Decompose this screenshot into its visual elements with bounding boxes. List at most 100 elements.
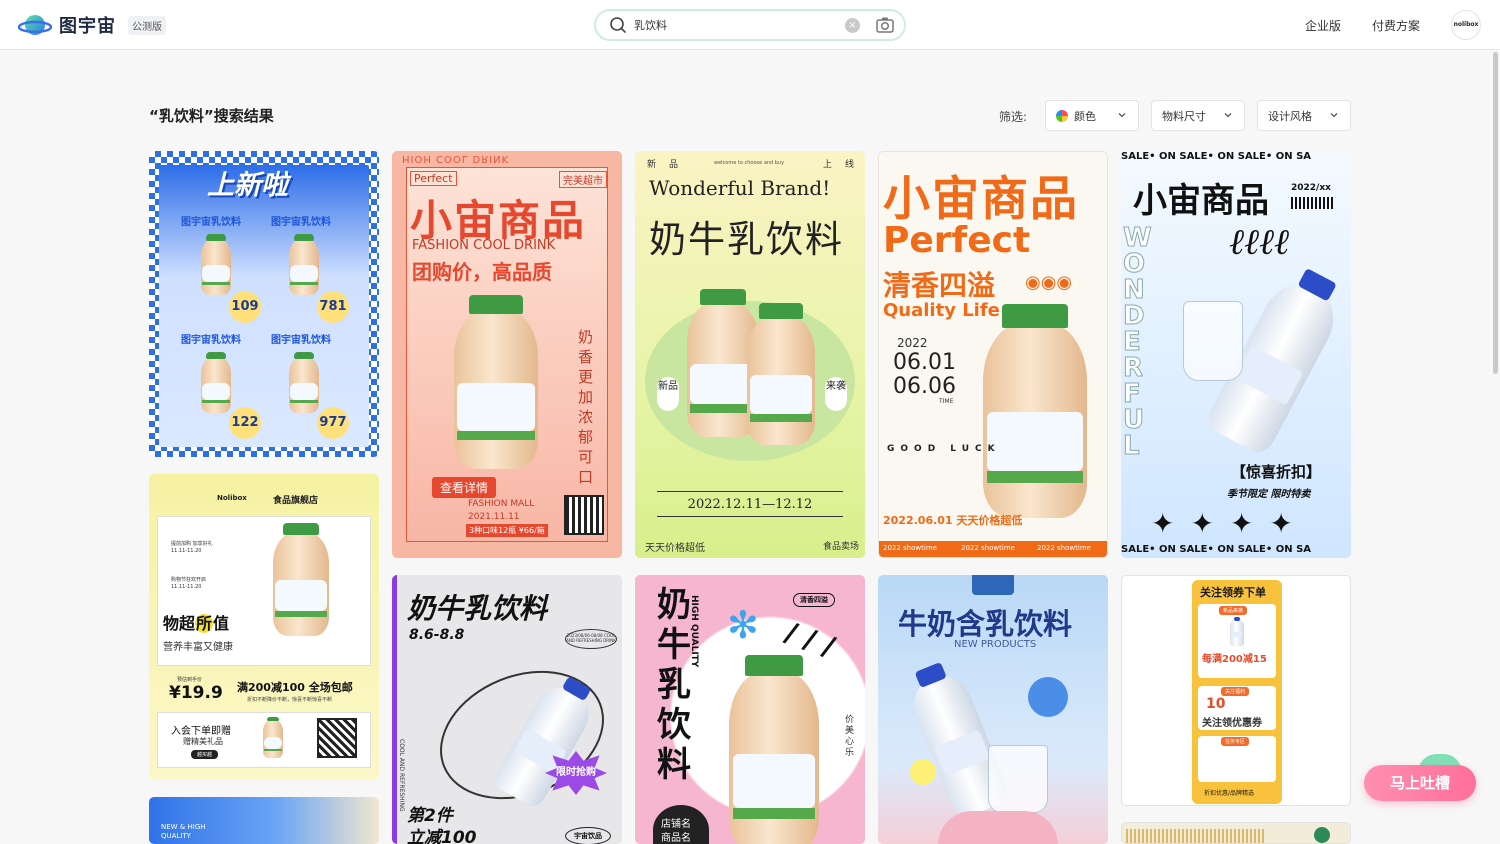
template-card-4[interactable]: 小宙商品 Perfect 清香四溢 ◉◉◉ Quality Life 2022 … bbox=[878, 151, 1108, 558]
card-10-bottom: 折扣优惠/品牌精选 bbox=[1204, 790, 1255, 797]
nav-pricing-link[interactable]: 付费方案 bbox=[1372, 17, 1420, 34]
nav-enterprise-link[interactable]: 企业版 bbox=[1305, 17, 1341, 34]
card-3-title: 奶牛乳饮料 bbox=[649, 218, 844, 261]
template-card-5[interactable]: SALE• ON SALE• ON SALE• ON SA 小宙商品 2022/… bbox=[1121, 151, 1351, 558]
card-1-item-label: 图宇宙乳饮料 bbox=[181, 217, 241, 228]
card-2-mall: FASHION MALL bbox=[468, 499, 535, 509]
card-2-tag-right: 完美超市 bbox=[559, 171, 607, 188]
card-6-offer-sub: 折扣不断降价不断，惊喜不断惊喜不断 bbox=[247, 697, 333, 703]
card-1-item-label: 图宇宙乳饮料 bbox=[271, 335, 331, 346]
brand-name: 图宇宙 bbox=[59, 16, 116, 37]
template-card-6[interactable]: Nolibox 食品旗舰店 提前加购 加享好礼 11.11-11.20 购物节狂… bbox=[149, 474, 379, 780]
card-10-tag-1: 新品来袭 bbox=[1219, 606, 1248, 615]
brand-logo[interactable]: 图宇宙 公测版 bbox=[17, 10, 166, 40]
card-6-shop: 食品旗舰店 bbox=[273, 496, 319, 506]
card-3-left-tag: 新品 bbox=[657, 377, 679, 411]
card-7-promo-b: 立减100 bbox=[407, 828, 477, 844]
yogurt-bottle-image bbox=[289, 233, 319, 295]
page-scrollbar[interactable] bbox=[1493, 52, 1498, 374]
card-3-top-new: 新 bbox=[647, 160, 657, 170]
milk-glass-image bbox=[988, 745, 1048, 813]
card-10-tag-2: 关注福利 bbox=[1221, 687, 1250, 696]
feedback-label: 马上吐槽 bbox=[1389, 774, 1450, 792]
search-icon[interactable] bbox=[609, 16, 627, 34]
card-1-item-label: 图宇宙乳饮料 bbox=[271, 217, 331, 228]
card-6-member-sub: 赠精美礼品 bbox=[183, 737, 223, 746]
template-card-8[interactable]: 奶牛乳饮料 HIGH QUALITY ✻ 清香四溢 / / / 价美心乐 店铺名… bbox=[635, 575, 865, 844]
card-2-subtitle: FASHION COOL DRINK bbox=[412, 238, 556, 253]
card-8-pill: 清香四溢 bbox=[793, 593, 835, 607]
yogurt-bottle-image bbox=[201, 351, 231, 413]
card-9-title: 牛奶含乳饮料 bbox=[898, 607, 1073, 641]
barcode-image bbox=[1291, 197, 1333, 209]
search-input[interactable] bbox=[634, 11, 834, 39]
size-filter-dropdown[interactable]: 物料尺寸 bbox=[1151, 100, 1245, 131]
card-5-subtitle: 季节限定 限时特卖 bbox=[1227, 489, 1311, 500]
qr-code-image bbox=[317, 718, 357, 758]
yogurt-bottle-image bbox=[454, 294, 538, 469]
beta-tag: 公测版 bbox=[128, 15, 166, 35]
milk-bottle-image bbox=[1230, 617, 1244, 646]
chevron-down-icon bbox=[1118, 113, 1126, 118]
card-1-price-badge: 122 bbox=[229, 407, 261, 439]
card-4-date-2: 06.06 bbox=[893, 374, 956, 399]
card-4-showtime: 2022 showtime bbox=[1037, 544, 1091, 552]
card-7-date: 8.6-8.8 bbox=[409, 627, 465, 643]
search-bar: × bbox=[594, 9, 906, 41]
card-2-promo: 3种口味12瓶 ¥66/箱 bbox=[466, 524, 548, 537]
template-card-9[interactable]: 牛奶含乳饮料 NEW PRODUCTS bbox=[878, 575, 1108, 844]
card-8-vertical: HIGH QUALITY bbox=[689, 595, 699, 668]
card-2-tag-left: Perfect bbox=[410, 171, 457, 186]
template-card-3[interactable]: 新 品 welcome to choose and buy 上 线 Wonder… bbox=[635, 151, 865, 558]
top-navigation-bar: 图宇宙 公测版 × 企业版 付费方案 nolibox bbox=[0, 0, 1500, 50]
milk-glass-image bbox=[1183, 301, 1243, 381]
card-6-line: 11.11-11.20 bbox=[171, 584, 202, 590]
yogurt-bottle-image bbox=[729, 654, 819, 844]
card-6-member-button[interactable]: 越买越 bbox=[191, 750, 219, 759]
template-card-7[interactable]: 奶牛乳饮料 8.6-8.8 2023/08/06-08/08 COOL AND … bbox=[392, 575, 622, 844]
template-card-1[interactable]: 上新啦 图宇宙乳饮料 图宇宙乳饮料 图宇宙乳饮料 图宇宙乳饮料 109 781 … bbox=[149, 151, 379, 457]
color-filter-dropdown[interactable]: 颜色 bbox=[1045, 100, 1139, 131]
card-5-ticker-bottom: SALE• ON SALE• ON SALE• ON SA bbox=[1121, 544, 1312, 555]
card-6-price: ¥19.9 bbox=[169, 683, 223, 703]
style-filter-label: 设计风格 bbox=[1268, 109, 1312, 123]
color-filter-label: 颜色 bbox=[1074, 109, 1096, 123]
page-title: “乳饮料”搜索结果 bbox=[149, 107, 274, 125]
card-10-coupon-number: 10 bbox=[1206, 696, 1226, 712]
card-6-subtitle: 营养丰富又健康 bbox=[163, 642, 233, 653]
card-1-item-label: 图宇宙乳饮料 bbox=[181, 335, 241, 346]
card-10-tag-3: 任务专区 bbox=[1221, 737, 1250, 746]
flower-icon bbox=[910, 759, 936, 785]
card-3-top-product: 品 bbox=[669, 160, 679, 170]
view-details-button[interactable]: 查看详情 bbox=[432, 477, 497, 498]
card-1-price-badge: 109 bbox=[229, 291, 261, 323]
card-4-title: 小宙商品 bbox=[883, 172, 1079, 227]
template-card-2[interactable]: HIOH COOL DRINK Perfect 完美超市 小宙商品 FASHIO… bbox=[392, 151, 622, 558]
avatar[interactable]: nolibox bbox=[1451, 10, 1481, 40]
card-5-ticker-top: SALE• ON SALE• ON SALE• ON SA bbox=[1121, 151, 1312, 162]
template-card-11[interactable]: NEW & HIGH QUALITY bbox=[149, 797, 379, 844]
card-5-loops: ℓℓℓℓ bbox=[1229, 222, 1289, 263]
card-7-side: COOL AND REFRESHING bbox=[398, 739, 405, 812]
feedback-button[interactable]: 马上吐槽 bbox=[1364, 765, 1476, 801]
card-6-offer: 满200减100 全场包邮 bbox=[237, 681, 353, 694]
card-5-title: 小宙商品 bbox=[1133, 181, 1269, 221]
card-8-shop-2: 商品名 bbox=[661, 833, 691, 844]
chevron-down-icon bbox=[1224, 113, 1232, 118]
card-8-side: 价美心乐 bbox=[845, 715, 855, 758]
clear-search-icon[interactable]: × bbox=[845, 18, 860, 33]
style-filter-dropdown[interactable]: 设计风格 bbox=[1257, 100, 1351, 131]
card-4-showtime: 2022 showtime bbox=[883, 544, 937, 552]
card-6-line: 提前加购 加享好礼 bbox=[171, 541, 213, 547]
card-6-line: 11.11-11.20 bbox=[171, 548, 202, 554]
template-card-12[interactable] bbox=[1121, 822, 1351, 844]
yogurt-bottle-image bbox=[289, 351, 319, 413]
card-4-good-luck: GOOD LUCK bbox=[887, 444, 1001, 454]
card-9-blue-blob bbox=[1028, 677, 1068, 717]
camera-search-icon[interactable] bbox=[875, 16, 895, 34]
card-2-edge-text: HIOH COOL DRINK bbox=[402, 153, 510, 164]
card-5-vertical: WONDERFUL bbox=[1123, 223, 1153, 461]
card-4-quality: Quality Life bbox=[883, 300, 1000, 321]
card-6-brand: Nolibox bbox=[217, 494, 247, 502]
template-card-10[interactable]: 关注领券下单 新品来袭 每满200减15 关注福利 10 关注领优惠券 任务专区… bbox=[1121, 575, 1351, 806]
